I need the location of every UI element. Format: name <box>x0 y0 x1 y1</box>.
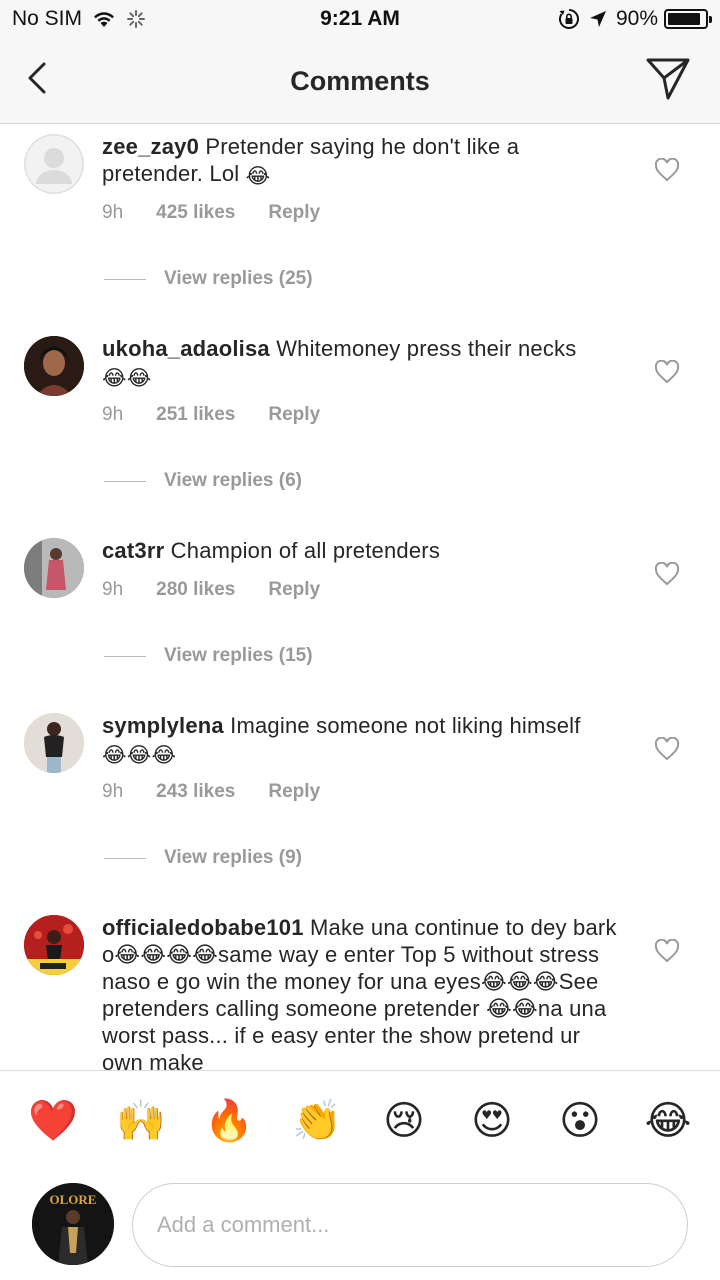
comment-meta: 9h 251 likes Reply <box>102 404 353 426</box>
comments-list[interactable]: zee_zay0 Pretender saying he don't like … <box>0 124 720 1070</box>
comment-time: 9h <box>102 404 124 425</box>
status-right: 90% <box>558 7 712 31</box>
default-avatar-icon <box>24 134 84 194</box>
paper-plane-icon[interactable] <box>644 56 692 102</box>
heart-eyes-emoji-button[interactable]: 😍 <box>468 1097 516 1145</box>
heart-icon[interactable] <box>654 737 680 761</box>
user-photo <box>24 713 84 773</box>
surprised-face-emoji-button[interactable]: 😮 <box>556 1097 604 1145</box>
comment-username[interactable]: ukoha_adaolisa <box>102 336 270 361</box>
avatar[interactable] <box>24 713 84 773</box>
avatar[interactable] <box>24 915 84 975</box>
comment-username[interactable]: zee_zay0 <box>102 134 199 159</box>
avatar[interactable] <box>24 134 84 194</box>
comment-body: ukoha_adaolisa Whitemoney press their ne… <box>102 335 622 389</box>
composer-bar: ❤️ 🙌 🔥 👏 😢 😍 😮 😂 OLORE <box>0 1070 720 1280</box>
quick-reactions: ❤️ 🙌 🔥 👏 😢 😍 😮 😂 <box>0 1097 720 1145</box>
comment-text: Imagine someone not liking himself <box>230 713 581 738</box>
view-replies-label: View replies (9) <box>164 847 302 868</box>
comment-likes[interactable]: 280 likes <box>156 579 235 601</box>
comment-emojis: 😂😂😂 <box>102 744 177 767</box>
comment-body: cat3rr Champion of all pretenders <box>102 537 622 564</box>
heart-icon[interactable] <box>654 158 680 182</box>
avatar[interactable] <box>24 336 84 396</box>
comment-emojis: 😂 <box>245 165 271 188</box>
divider <box>104 278 146 280</box>
comment-input[interactable] <box>132 1183 688 1267</box>
comment-username[interactable]: cat3rr <box>102 538 164 563</box>
clapping-hands-emoji-button[interactable]: 👏 <box>292 1097 342 1145</box>
comment-meta: 9h 243 likes Reply <box>102 781 353 803</box>
orientation-lock-icon <box>558 9 579 29</box>
divider <box>104 655 146 657</box>
divider <box>104 480 146 482</box>
heart-icon[interactable] <box>654 360 680 384</box>
view-replies-button[interactable]: View replies (6) <box>104 470 302 492</box>
comment-username[interactable]: officialedobabe101 <box>102 915 304 940</box>
reply-button[interactable]: Reply <box>268 579 320 601</box>
tears-of-joy-emoji-button[interactable]: 😂 <box>644 1097 692 1145</box>
heart-icon[interactable] <box>654 939 680 963</box>
comment-time: 9h <box>102 781 124 802</box>
status-bar: No SIM 9:21 AM 90% <box>0 0 720 40</box>
comment-meta: 9h 425 likes Reply <box>102 202 353 224</box>
view-replies-button[interactable]: View replies (15) <box>104 645 313 667</box>
reply-button[interactable]: Reply <box>268 404 320 426</box>
nav-bar: Comments <box>0 40 720 124</box>
avatar-logo-text: OLORE <box>50 1192 97 1207</box>
comment-body: officialedobabe101 Make una continue to … <box>102 914 622 1070</box>
comment-emojis: 😂😂 <box>102 367 152 390</box>
user-photo <box>24 538 84 598</box>
location-arrow-icon <box>589 11 606 27</box>
comment-body: zee_zay0 Pretender saying he don't like … <box>102 133 622 187</box>
fire-emoji-button[interactable]: 🔥 <box>204 1097 254 1145</box>
reply-button[interactable]: Reply <box>268 202 320 224</box>
avatar[interactable] <box>24 538 84 598</box>
page-title: Comments <box>290 66 430 96</box>
my-avatar-image: OLORE <box>32 1183 114 1265</box>
raising-hands-emoji-button[interactable]: 🙌 <box>116 1097 166 1145</box>
comment-likes[interactable]: 251 likes <box>156 404 235 426</box>
comment-username[interactable]: symplylena <box>102 713 224 738</box>
my-avatar[interactable]: OLORE <box>32 1183 114 1265</box>
comment-text: Champion of all pretenders <box>170 538 441 563</box>
user-photo <box>24 915 84 975</box>
comment-time: 9h <box>102 202 124 223</box>
view-replies-label: View replies (15) <box>164 645 313 666</box>
comment-body: symplylena Imagine someone not liking hi… <box>102 712 622 766</box>
reply-button[interactable]: Reply <box>268 781 320 803</box>
battery-icon <box>664 9 712 29</box>
comment-meta: 9h 280 likes Reply <box>102 579 353 601</box>
view-replies-button[interactable]: View replies (25) <box>104 268 313 290</box>
crying-face-emoji-button[interactable]: 😢 <box>380 1097 428 1145</box>
view-replies-label: View replies (25) <box>164 268 313 289</box>
comment-time: 9h <box>102 579 124 600</box>
comment-likes[interactable]: 243 likes <box>156 781 235 803</box>
user-photo <box>24 336 84 396</box>
divider <box>104 857 146 859</box>
battery-fill <box>668 13 701 25</box>
heart-icon[interactable] <box>654 562 680 586</box>
comment-text: Whitemoney press their necks <box>276 336 577 361</box>
comment-likes[interactable]: 425 likes <box>156 202 235 224</box>
battery-percent: 90% <box>615 7 658 30</box>
red-heart-emoji-button[interactable]: ❤️ <box>28 1097 78 1145</box>
view-replies-label: View replies (6) <box>164 470 302 491</box>
view-replies-button[interactable]: View replies (9) <box>104 847 302 869</box>
